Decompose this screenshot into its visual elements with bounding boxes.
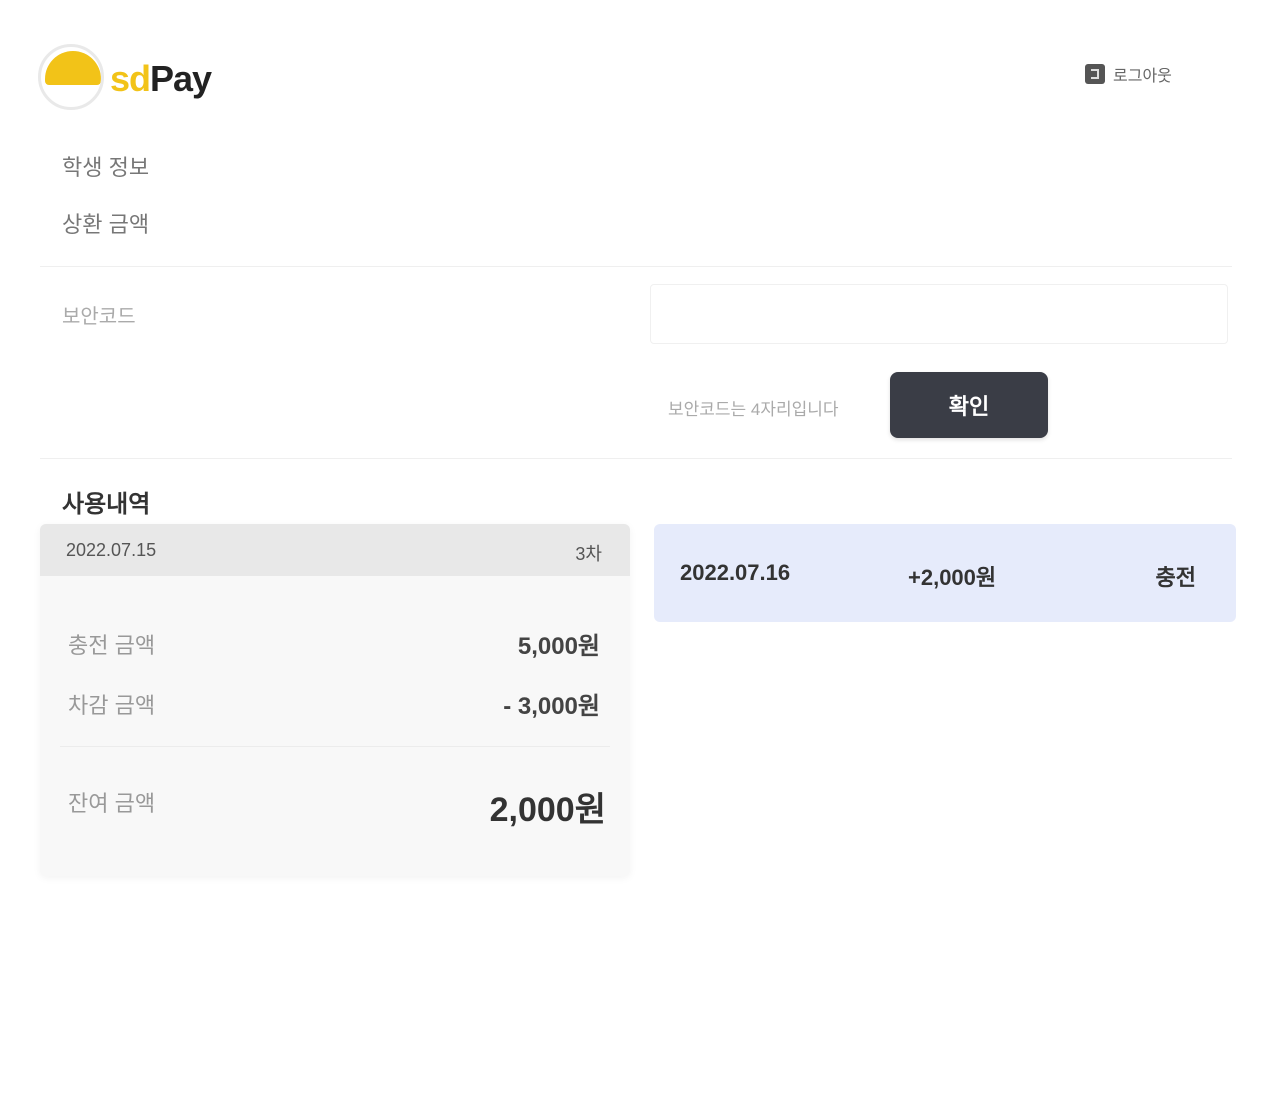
app-logo[interactable]: sdPay [38,44,238,124]
charge-amount-label: 충전 금액 [68,633,156,658]
history-amount: +2,000원 [908,565,997,590]
history-list-item[interactable]: 2022.07.16 +2,000원 충전 [654,524,1236,622]
security-code-input[interactable] [650,284,1228,344]
deduct-amount-value: - 3,000원 [503,693,600,720]
summary-period: 3차 [575,544,602,564]
confirm-button[interactable]: 확인 [890,372,1048,438]
logout-button[interactable]: 로그아웃 [1085,62,1172,86]
history-date: 2022.07.16 [680,560,791,585]
summary-divider [60,746,610,747]
security-code-label: 보안코드 [62,306,136,328]
logout-icon [1085,64,1105,84]
menu-item-student-info[interactable]: 학생 정보 [62,150,149,182]
logout-label: 로그아웃 [1113,68,1172,85]
section-title: 사용내역 [62,491,151,518]
history-status: 충전 [1155,565,1196,590]
menu-item-repayment-amount[interactable]: 상환 금액 [62,207,149,239]
remaining-amount-label: 잔여 금액 [68,791,156,816]
remaining-amount-value: 2,000원 [489,791,606,829]
divider [40,266,1232,267]
divider [40,458,1232,459]
security-code-helper-text: 보안코드는 4자리입니다 [668,400,839,419]
deduct-amount-label: 차감 금액 [68,693,156,718]
summary-date: 2022.07.15 [66,540,157,560]
charge-amount-value: 5,000원 [517,633,600,660]
logo-mascot-icon [38,44,104,110]
summary-header: 2022.07.15 3차 [40,524,630,576]
usage-summary-card: 2022.07.15 3차 충전 금액 5,000원 차감 금액 - 3,000… [40,524,630,876]
logo-text: sdPay [110,58,212,99]
